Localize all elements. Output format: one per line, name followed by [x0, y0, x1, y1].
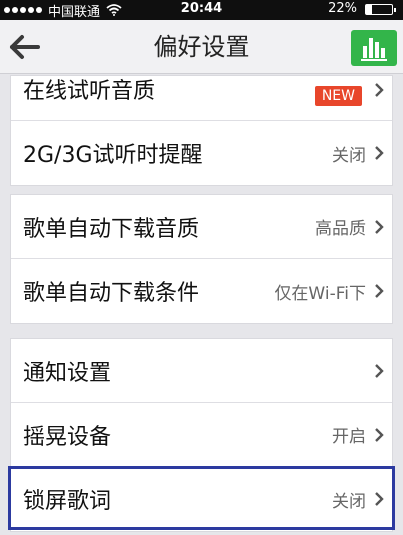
- page-title: 偏好设置: [153, 33, 250, 61]
- row-value: 高品质: [315, 219, 366, 239]
- settings-row-online-quality[interactable]: 在线试听音质 NEW: [11, 76, 392, 121]
- phone-screen: 中国联通 20:44 22% 偏好设置 在线试听音质 NEW 2G/3G试听时提…: [0, 0, 403, 535]
- row-label: 通知设置: [23, 360, 112, 386]
- chevron-right-icon: [375, 83, 384, 97]
- title-bar: 偏好设置: [0, 20, 403, 74]
- row-value: 开启: [332, 427, 366, 447]
- status-bar: 中国联通 20:44 22%: [0, 0, 403, 20]
- settings-row-shake-device[interactable]: 摇晃设备 开启: [11, 403, 392, 467]
- settings-group-general: 通知设置 摇晃设备 开启 锁屏歌词 关闭: [10, 338, 393, 532]
- battery-percent: 22%: [328, 1, 357, 16]
- row-value: 关闭: [332, 145, 366, 166]
- chevron-right-icon: [375, 428, 384, 442]
- settings-row-network-reminder[interactable]: 2G/3G试听时提醒 关闭: [11, 121, 392, 185]
- chevron-right-icon: [375, 146, 384, 160]
- battery-icon: [365, 4, 396, 15]
- chevron-right-icon: [375, 492, 384, 506]
- row-label: 歌单自动下载条件: [23, 281, 200, 306]
- chevron-right-icon: [375, 220, 384, 234]
- chevron-right-icon: [375, 284, 384, 298]
- settings-row-download-quality[interactable]: 歌单自动下载音质 高品质: [11, 195, 392, 259]
- row-value: 仅在Wi-Fi下: [274, 283, 366, 304]
- row-label: 锁屏歌词: [23, 489, 112, 514]
- bar-chart-button[interactable]: [351, 30, 397, 66]
- row-label: 2G/3G试听时提醒: [23, 143, 203, 168]
- settings-row-lockscreen-lyrics[interactable]: 锁屏歌词 关闭: [11, 467, 392, 531]
- row-label: 在线试听音质: [23, 79, 156, 104]
- settings-row-notifications[interactable]: 通知设置: [11, 339, 392, 403]
- settings-group-download: 歌单自动下载音质 高品质 歌单自动下载条件 仅在Wi-Fi下: [10, 194, 393, 324]
- row-label: 摇晃设备: [23, 424, 112, 450]
- chevron-right-icon: [375, 364, 384, 378]
- new-badge: NEW: [314, 86, 362, 106]
- row-value: 关闭: [332, 491, 366, 512]
- settings-row-download-condition[interactable]: 歌单自动下载条件 仅在Wi-Fi下: [11, 259, 392, 323]
- row-label: 歌单自动下载音质: [23, 216, 200, 242]
- bar-chart-icon: [361, 38, 387, 61]
- settings-group-playback: 在线试听音质 NEW 2G/3G试听时提醒 关闭: [10, 75, 393, 186]
